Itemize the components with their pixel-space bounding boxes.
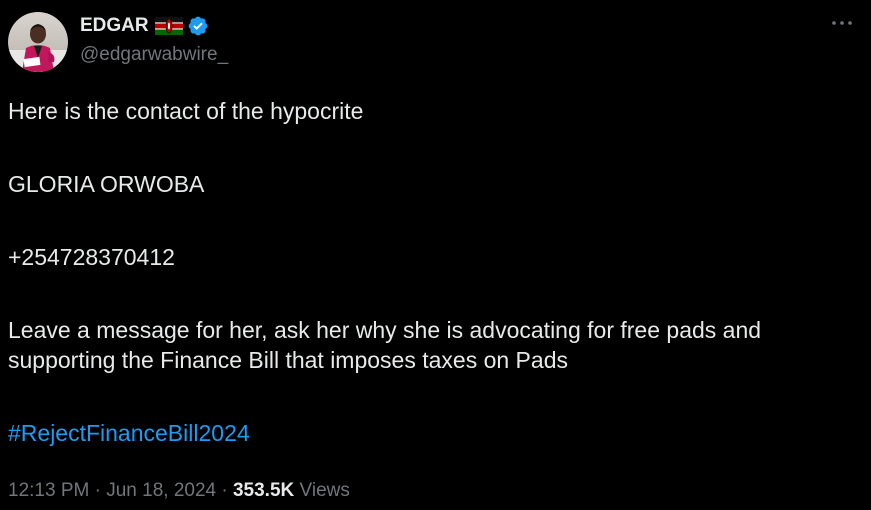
meta-separator: ·	[89, 480, 107, 501]
tweet-time[interactable]: 12:13 PM	[8, 480, 89, 502]
tweet-line: Leave a message for her, ask her why she…	[8, 317, 762, 343]
avatar[interactable]	[8, 12, 68, 72]
display-name[interactable]: EDGAR	[80, 15, 149, 37]
hashtag-link[interactable]: #RejectFinanceBill2024	[8, 420, 250, 446]
tweet-header: EDGAR @edgarwabwire_	[8, 12, 228, 72]
tweet-line: GLORIA ORWOBA	[8, 171, 205, 197]
name-row: EDGAR	[80, 14, 228, 38]
more-options-button[interactable]	[829, 10, 855, 36]
user-info: EDGAR @edgarwabwire_	[80, 14, 228, 66]
kenya-flag-icon	[154, 17, 183, 35]
tweet-line: Here is the contact of the hypocrite	[8, 98, 364, 124]
more-dots-icon	[832, 21, 852, 25]
views-count: 353.5K	[232, 480, 295, 501]
tweet-date[interactable]: Jun 18, 2024	[106, 480, 216, 502]
tweet-card: EDGAR @edgarwabwire_ Here is the contact…	[0, 0, 871, 510]
user-handle[interactable]: @edgarwabwire_	[80, 44, 228, 66]
meta-separator: ·	[216, 480, 233, 501]
tweet-line: +254728370412	[8, 244, 175, 270]
views-label: Views	[294, 480, 350, 501]
tweet-text: Here is the contact of the hypocrite GLO…	[8, 96, 863, 448]
hashtag-row: #RejectFinanceBill2024	[8, 418, 863, 448]
tweet-line: supporting the Finance Bill that imposes…	[8, 347, 568, 373]
tweet-meta: 12:13 PM · Jun 18, 2024 · 353.5K Views	[8, 480, 350, 502]
verified-badge-icon[interactable]	[187, 15, 209, 37]
